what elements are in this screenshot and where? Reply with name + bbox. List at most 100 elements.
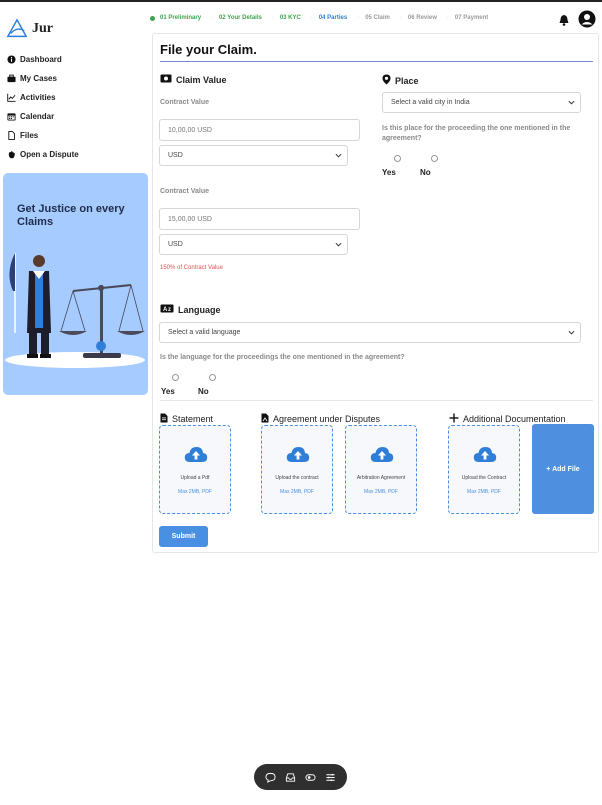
claim-value-title-text: Claim Value bbox=[176, 74, 227, 85]
contract-value-input-2[interactable]: 15,00,00 USD bbox=[159, 208, 360, 230]
cloud-upload-icon bbox=[184, 446, 208, 468]
currency-select-2-value: USD bbox=[168, 241, 183, 248]
cloud-upload-icon bbox=[370, 446, 394, 468]
step-payment[interactable]: 07 Payment bbox=[455, 15, 488, 21]
language-icon: Az bbox=[160, 304, 174, 315]
step-preliminary[interactable]: 01 Preliminary bbox=[160, 15, 201, 21]
place-question: Is this place for the proceeding the one… bbox=[382, 125, 571, 142]
lawyer-scales-illustration bbox=[5, 253, 145, 368]
chevron-down-icon bbox=[335, 241, 342, 250]
place-yes-label: Yes bbox=[382, 168, 396, 177]
upload-arbitration-agreement[interactable]: Arbitration Agreement Max 2MB, PDF bbox=[345, 425, 417, 514]
promo-banner: Get Justice on every Claims bbox=[3, 173, 148, 395]
contract-value-error: 150% of Contract Value bbox=[160, 265, 223, 271]
header-actions bbox=[558, 10, 596, 33]
sidebar-item-files[interactable]: Files bbox=[7, 126, 79, 145]
statement-section-title: Statement bbox=[160, 413, 213, 425]
add-file-button[interactable]: + Add File bbox=[532, 424, 594, 514]
sidebar-item-my-cases[interactable]: My Cases bbox=[7, 69, 79, 88]
language-yes-label: Yes bbox=[161, 387, 175, 396]
upload-label: Upload the Contract bbox=[461, 475, 507, 481]
city-select[interactable]: Select a valid city in India bbox=[382, 92, 581, 113]
step-separator: · bbox=[399, 15, 402, 21]
step-claim[interactable]: 05 Claim bbox=[365, 15, 390, 21]
place-section-title: Place bbox=[382, 74, 419, 87]
sidebar-nav: Dashboard My Cases Activities Calendar F… bbox=[7, 50, 79, 164]
calendar-icon bbox=[7, 112, 16, 121]
agreement-section-title: Agreement under Disputes bbox=[261, 413, 380, 425]
briefcase-icon bbox=[7, 74, 16, 83]
place-no-label: No bbox=[420, 168, 431, 177]
brand-logo[interactable]: Jur bbox=[6, 18, 53, 40]
upload-label: Upload a Pdf bbox=[180, 475, 210, 481]
step-kyc[interactable]: 03 KYC bbox=[280, 15, 301, 21]
cloud-upload-icon bbox=[473, 446, 497, 468]
cloud-upload-icon bbox=[286, 446, 310, 468]
currency-select-2[interactable]: USD bbox=[159, 234, 348, 255]
jur-logo-icon bbox=[6, 18, 28, 38]
sidebar-item-label: Calendar bbox=[20, 112, 55, 121]
floating-toolbar bbox=[254, 764, 347, 790]
upload-additional-contract[interactable]: Upload the Contract Max 2MB, PDF bbox=[448, 425, 520, 514]
step-your-details[interactable]: 02 Your Details bbox=[219, 15, 262, 21]
place-title-text: Place bbox=[395, 75, 419, 86]
chevron-down-icon bbox=[568, 329, 575, 338]
language-no-label: No bbox=[198, 387, 209, 396]
svg-text:z: z bbox=[168, 307, 171, 313]
upload-contract[interactable]: Upload the contract Max 2MB, PDF bbox=[261, 425, 333, 514]
step-separator: · bbox=[446, 15, 449, 21]
upload-label: Arbitration Agreement bbox=[356, 475, 406, 481]
bell-icon[interactable] bbox=[558, 13, 570, 31]
sidebar-item-dashboard[interactable]: Dashboard bbox=[7, 50, 79, 69]
language-section-title: Az Language bbox=[160, 304, 221, 315]
contract-value-input-1[interactable]: 10,00,00 USD bbox=[159, 119, 360, 141]
step-separator: · bbox=[271, 15, 274, 21]
file-document-icon bbox=[160, 413, 168, 425]
money-bill-icon bbox=[160, 74, 172, 85]
hand-icon bbox=[7, 150, 16, 159]
language-title-text: Language bbox=[178, 304, 221, 315]
chevron-down-icon bbox=[568, 99, 575, 108]
additional-docs-title-text: Additional Documentation bbox=[463, 414, 566, 424]
sidebar: Jur Dashboard My Cases Activities Calend… bbox=[0, 2, 150, 402]
list-settings-icon[interactable] bbox=[324, 771, 336, 783]
step-review[interactable]: 06 Review bbox=[408, 15, 437, 21]
step-separator: · bbox=[357, 15, 360, 21]
language-yes-radio[interactable] bbox=[172, 374, 179, 381]
info-circle-icon bbox=[7, 55, 16, 64]
sidebar-item-label: Dashboard bbox=[20, 55, 62, 64]
step-separator: · bbox=[310, 15, 313, 21]
user-avatar-icon[interactable] bbox=[578, 10, 596, 33]
currency-select-1[interactable]: USD bbox=[159, 145, 348, 166]
upload-meta: Max 2MB, PDF bbox=[364, 489, 398, 495]
sidebar-item-label: Open a Dispute bbox=[20, 150, 79, 159]
language-select[interactable]: Select a valid language bbox=[159, 322, 581, 343]
plus-icon bbox=[449, 413, 459, 425]
sidebar-item-label: My Cases bbox=[20, 74, 57, 83]
file-pdf-icon bbox=[261, 413, 269, 425]
place-yes-radio[interactable] bbox=[394, 155, 401, 162]
title-underline bbox=[160, 61, 593, 62]
chat-bubble-icon[interactable] bbox=[265, 771, 277, 783]
contract-value-label-2: Contract Value bbox=[160, 188, 210, 195]
upload-statement[interactable]: Upload a Pdf Max 2MB, PDF bbox=[159, 425, 231, 514]
sidebar-item-calendar[interactable]: Calendar bbox=[7, 107, 79, 126]
inbox-icon[interactable] bbox=[285, 771, 297, 783]
toggle-icon[interactable] bbox=[304, 771, 316, 783]
upload-meta: Max 2MB, PDF bbox=[178, 489, 212, 495]
page-title: File your Claim. bbox=[160, 42, 257, 57]
upload-meta: Max 2MB, PDF bbox=[467, 489, 501, 495]
sidebar-item-label: Files bbox=[20, 131, 39, 140]
city-select-value: Select a valid city in India bbox=[391, 99, 470, 106]
language-select-value: Select a valid language bbox=[168, 329, 241, 336]
sidebar-item-open-dispute[interactable]: Open a Dispute bbox=[7, 145, 79, 164]
place-no-radio[interactable] bbox=[431, 155, 438, 162]
claim-form-card: File your Claim. Claim Value Contract Va… bbox=[152, 33, 599, 553]
language-no-radio[interactable] bbox=[209, 374, 216, 381]
submit-button[interactable]: Submit bbox=[159, 526, 208, 547]
step-parties[interactable]: 04 Parties bbox=[319, 15, 347, 21]
chevron-down-icon bbox=[335, 152, 342, 161]
sidebar-item-activities[interactable]: Activities bbox=[7, 88, 79, 107]
upload-meta: Max 2MB, PDF bbox=[280, 489, 314, 495]
contract-value-label-1: Contract Value bbox=[160, 99, 210, 106]
